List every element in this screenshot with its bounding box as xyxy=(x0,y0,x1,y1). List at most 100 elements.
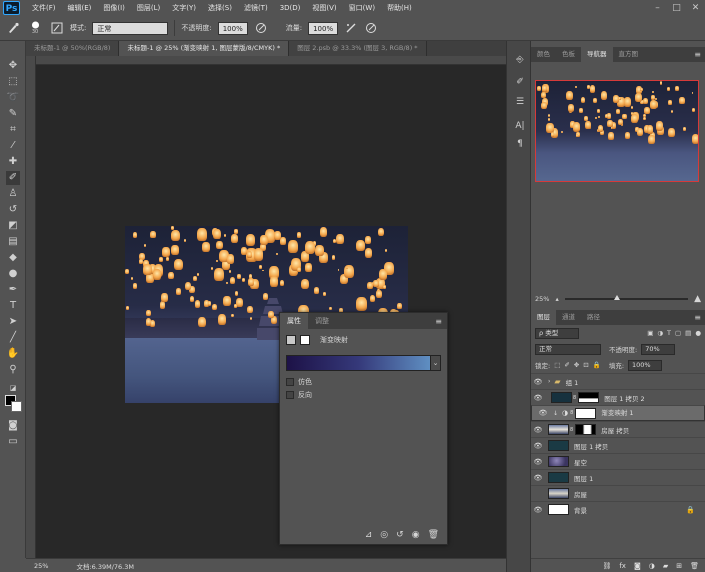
eraser-tool-icon[interactable]: ◩ xyxy=(6,219,20,233)
layer-row[interactable]: 👁 房屋 xyxy=(531,485,705,501)
type-tool-icon[interactable]: T xyxy=(6,299,20,313)
panel-menu-icon[interactable]: ≡ xyxy=(694,310,701,325)
filter-shape-icon[interactable]: ▢ xyxy=(675,329,681,337)
gradient-dropdown-icon[interactable]: ⌄ xyxy=(431,355,441,371)
layer-row[interactable]: 👁 图层 1 xyxy=(531,469,705,485)
pen-tool-icon[interactable]: ✒ xyxy=(6,283,20,297)
layer-row[interactable]: 👁 › ▰ 组 1 xyxy=(531,373,705,389)
quick-mask-icon[interactable]: ◙ xyxy=(6,419,20,433)
filter-toggle-icon[interactable]: ● xyxy=(695,329,701,337)
flow-input[interactable]: 100% xyxy=(308,21,339,35)
zoom-tool-icon[interactable]: ⚲ xyxy=(6,363,20,377)
fill-input[interactable]: 100% xyxy=(628,359,663,371)
marquee-tool-icon[interactable]: ⬚ xyxy=(6,75,20,89)
healing-tool-icon[interactable]: ✚ xyxy=(6,155,20,169)
menu-filter[interactable]: 滤镜(T) xyxy=(238,3,274,13)
layer-filter-select[interactable]: ρ 类型 xyxy=(535,327,579,339)
tab-properties[interactable]: 属性 xyxy=(280,313,308,329)
line-tool-icon[interactable]: ╱ xyxy=(6,331,20,345)
hand-tool-icon[interactable]: ✋ xyxy=(6,347,20,361)
minimize-button[interactable]: – xyxy=(648,3,667,13)
delete-icon[interactable]: 🗑 xyxy=(428,530,439,540)
expand-arrow-icon[interactable]: › xyxy=(548,378,550,385)
layer-opacity-input[interactable]: 70% xyxy=(641,343,676,355)
brush-preset-picker[interactable]: 30 xyxy=(26,21,44,35)
filter-adjust-icon[interactable]: ◑ xyxy=(657,329,663,337)
history-brush-tool-icon[interactable]: ↺ xyxy=(6,203,20,217)
dither-checkbox[interactable] xyxy=(286,378,294,386)
path-select-tool-icon[interactable]: ➤ xyxy=(6,315,20,329)
new-group-icon[interactable]: ▰ xyxy=(663,562,668,570)
layer-mask-thumbnail[interactable] xyxy=(578,392,600,403)
reset-colors-icon[interactable]: ◪ xyxy=(6,381,20,395)
adjust-panel-icon[interactable]: ☰ xyxy=(513,95,527,109)
tab-document-3[interactable]: 图层 2.psb @ 33.3% (图层 3, RGB/8) * xyxy=(289,41,427,56)
lock-transparent-icon[interactable]: ⬚ xyxy=(554,361,560,369)
layer-row[interactable]: 👁 8 图层 1 拷贝 2 xyxy=(531,389,705,405)
airbrush-icon[interactable] xyxy=(344,21,358,35)
layer-row[interactable]: 👁 8 房屋 拷贝 xyxy=(531,421,705,437)
gradient-picker[interactable]: ⌄ xyxy=(286,355,441,371)
new-adjustment-icon[interactable]: ◑ xyxy=(649,562,655,570)
tab-document-1[interactable]: 未标题-1 @ 50%(RGB/8) xyxy=(26,41,120,56)
paragraph-panel-icon[interactable]: ¶ xyxy=(513,137,527,151)
navigator-preview[interactable] xyxy=(535,80,699,182)
chain-icon[interactable]: 8 xyxy=(570,427,573,433)
crop-tool-icon[interactable]: ⌗ xyxy=(6,123,20,137)
layer-row[interactable]: 👁 图层 1 拷贝 xyxy=(531,437,705,453)
gradient-tool-icon[interactable]: ▤ xyxy=(6,235,20,249)
tab-histogram[interactable]: 直方图 xyxy=(613,47,645,62)
layer-mask-thumbnail[interactable] xyxy=(575,424,597,435)
zoom-level[interactable]: 25% xyxy=(34,562,48,570)
menu-file[interactable]: 文件(F) xyxy=(26,3,62,13)
menu-view[interactable]: 视图(V) xyxy=(306,3,342,13)
brush-tool-icon[interactable] xyxy=(6,21,20,35)
lock-artboard-icon[interactable]: ⊡ xyxy=(583,361,588,369)
chain-icon[interactable]: 8 xyxy=(570,407,573,420)
tab-swatches[interactable]: 色板 xyxy=(556,47,581,62)
lock-all-icon[interactable]: 🔒 xyxy=(593,361,601,369)
menu-type[interactable]: 文字(Y) xyxy=(166,3,202,13)
background-color-swatch[interactable] xyxy=(11,401,22,412)
brush-panel-toggle-icon[interactable] xyxy=(50,21,64,35)
eye-hidden-slot[interactable]: 👁 xyxy=(531,490,545,498)
layer-mask-thumbnail[interactable] xyxy=(575,407,597,419)
layer-row[interactable]: 👁 星空 xyxy=(531,453,705,469)
lock-pixels-icon[interactable]: ✐ xyxy=(564,361,569,369)
eye-icon[interactable]: 👁 xyxy=(531,458,545,466)
dither-row[interactable]: 仿色 xyxy=(280,371,447,387)
menu-edit[interactable]: 编辑(E) xyxy=(62,3,98,13)
eye-icon[interactable]: 👁 xyxy=(531,506,545,514)
eye-icon[interactable]: 👁 xyxy=(531,394,545,402)
tab-color[interactable]: 颜色 xyxy=(531,47,556,62)
eye-icon[interactable]: 👁 xyxy=(531,426,545,434)
delete-layer-icon[interactable]: 🗑 xyxy=(690,562,699,570)
tab-channels[interactable]: 通道 xyxy=(556,310,581,325)
menu-select[interactable]: 选择(S) xyxy=(202,3,238,13)
character-panel-icon[interactable]: A| xyxy=(513,119,527,133)
lock-position-icon[interactable]: ✥ xyxy=(574,361,579,369)
tab-paths[interactable]: 路径 xyxy=(581,310,606,325)
add-mask-icon[interactable]: ◙ xyxy=(634,562,641,570)
eye-icon[interactable]: 👁 xyxy=(531,474,545,482)
navigator-zoom-slider[interactable] xyxy=(564,295,689,300)
tab-navigator[interactable]: 导航器 xyxy=(581,47,613,62)
screen-mode-icon[interactable]: ▭ xyxy=(6,435,20,449)
reverse-checkbox[interactable] xyxy=(286,391,294,399)
menu-layer[interactable]: 图层(L) xyxy=(131,3,166,13)
eye-icon[interactable]: 👁 xyxy=(536,407,550,420)
clip-to-layer-icon[interactable]: ⊿ xyxy=(365,530,373,540)
tab-document-2[interactable]: 未标题-1 @ 25% (渐变映射 1, 图层蒙版/8/CMYK) * xyxy=(119,41,290,56)
history-panel-icon[interactable]: ⎆ xyxy=(513,53,527,67)
filter-pixel-icon[interactable]: ▣ xyxy=(647,329,653,337)
dodge-tool-icon[interactable]: ● xyxy=(6,267,20,281)
quick-select-tool-icon[interactable]: ✎ xyxy=(6,107,20,121)
panel-menu-icon[interactable]: ≡ xyxy=(694,47,701,62)
filter-type-icon[interactable]: T xyxy=(667,329,671,337)
visibility-icon[interactable]: ◉ xyxy=(412,530,420,540)
brush-panel-icon[interactable]: ✐ xyxy=(513,75,527,89)
menu-3d[interactable]: 3D(D) xyxy=(274,4,307,12)
link-layers-icon[interactable]: ⛓ xyxy=(602,562,611,570)
navigator-zoom-value[interactable]: 25% xyxy=(535,295,549,303)
menu-help[interactable]: 帮助(H) xyxy=(381,3,418,13)
